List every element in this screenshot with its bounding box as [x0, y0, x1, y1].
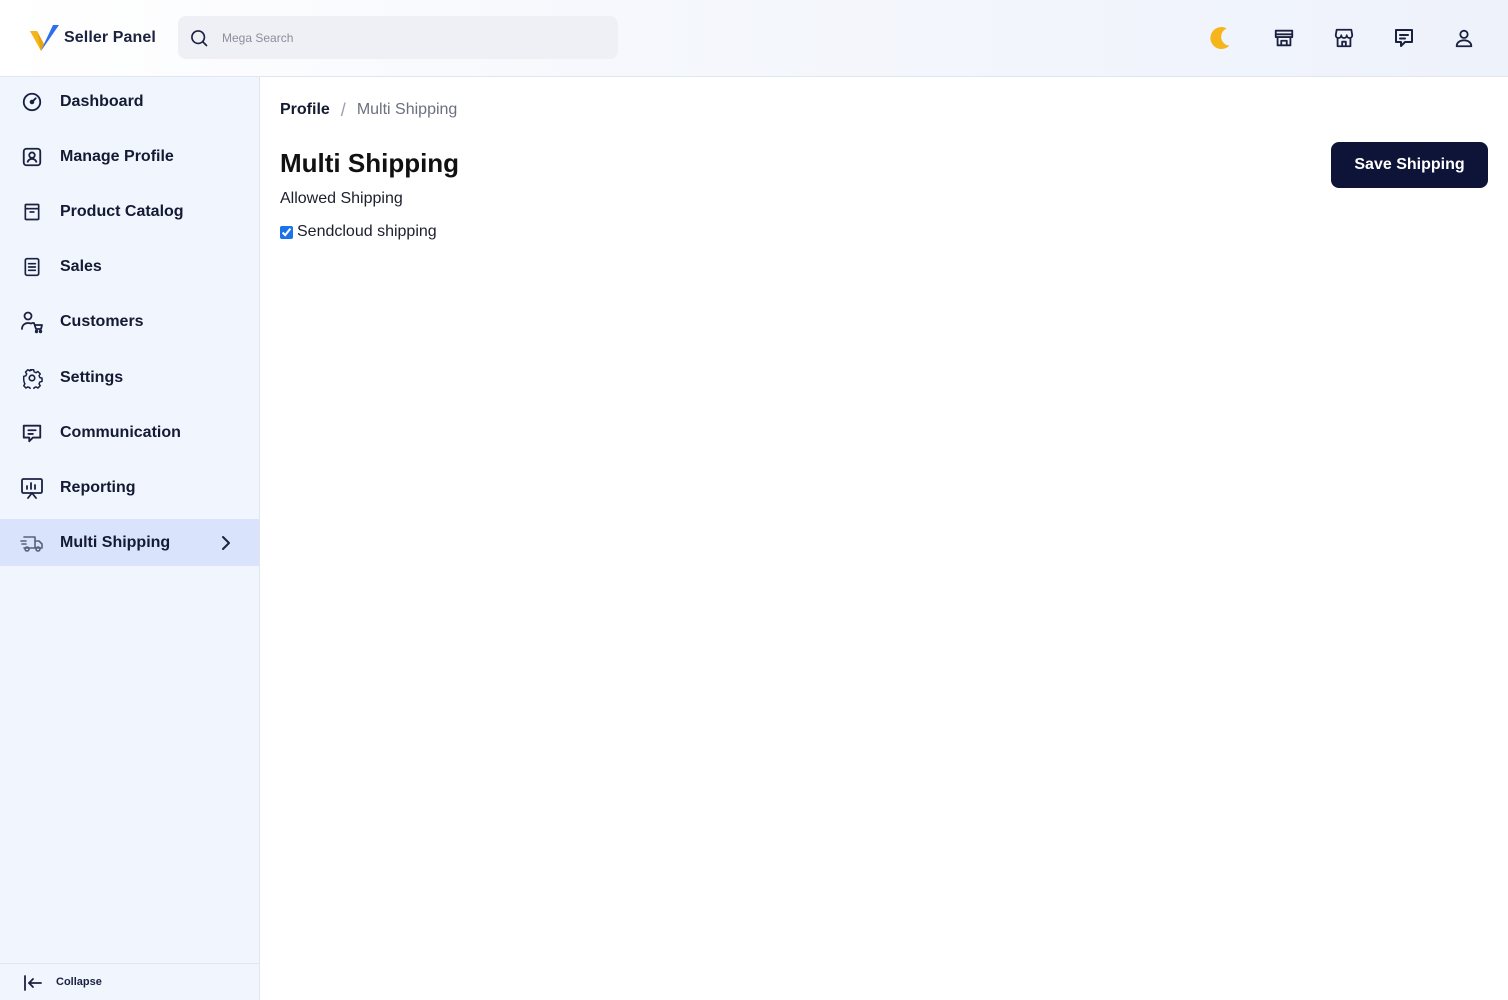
sidebar-item-label: Settings	[60, 368, 124, 386]
user-icon[interactable]	[1448, 22, 1480, 54]
sidebar-item-settings[interactable]: Settings	[0, 354, 259, 401]
brand-logo[interactable]: Seller Panel	[28, 20, 156, 56]
chevron-right-icon	[222, 536, 230, 550]
allowed-shipping-label: Allowed Shipping	[280, 190, 403, 207]
truck-icon	[20, 531, 44, 555]
storefront-icon[interactable]	[1268, 22, 1300, 54]
customers-icon	[20, 310, 44, 334]
shipping-option-row: Sendcloud shipping	[280, 221, 437, 243]
brand-name: Seller Panel	[64, 29, 156, 46]
sidebar-item-label: Reporting	[60, 478, 136, 496]
sidebar-item-label: Multi Shipping	[60, 533, 171, 551]
sendcloud-shipping-label[interactable]: Sendcloud shipping	[297, 223, 437, 241]
sidebar-item-sales[interactable]: Sales	[0, 243, 259, 290]
sidebar-item-label: Product Catalog	[60, 202, 184, 220]
collapse-label: Collapse	[56, 976, 102, 988]
sidebar-item-dashboard[interactable]: Dashboard	[0, 78, 259, 125]
collapse-arrow-icon	[24, 975, 42, 991]
sales-icon	[20, 255, 44, 279]
chat-icon	[20, 421, 44, 445]
mega-search[interactable]	[178, 16, 618, 59]
sidebar-item-product-catalog[interactable]: Product Catalog	[0, 188, 259, 235]
breadcrumb-current: Multi Shipping	[356, 101, 458, 118]
sidebar-item-manage-profile[interactable]: Manage Profile	[0, 133, 259, 180]
collapse-sidebar-button[interactable]: Collapse	[0, 963, 259, 1000]
breadcrumb: Profile / Multi Shipping	[280, 99, 457, 121]
sidebar-item-multi-shipping[interactable]: Multi Shipping	[0, 519, 259, 566]
store-icon[interactable]	[1328, 22, 1360, 54]
sidebar-item-communication[interactable]: Communication	[0, 409, 259, 456]
sidebar-item-label: Sales	[60, 257, 102, 275]
sidebar-item-label: Dashboard	[60, 92, 144, 110]
sidebar-item-label: Manage Profile	[60, 147, 174, 165]
page-title: Multi Shipping	[280, 148, 460, 178]
catalog-icon	[20, 200, 44, 224]
gear-icon	[20, 366, 44, 390]
reporting-icon	[20, 476, 44, 500]
profile-icon	[20, 145, 44, 169]
sidebar-item-label: Customers	[60, 312, 144, 330]
checkmark-logo-icon	[30, 25, 59, 51]
search-input[interactable]	[222, 30, 582, 45]
sendcloud-shipping-checkbox[interactable]	[280, 225, 293, 239]
chat-icon[interactable]	[1388, 22, 1420, 54]
top-header: Seller Panel	[0, 0, 1508, 77]
search-icon	[188, 27, 210, 49]
breadcrumb-separator: /	[340, 99, 346, 120]
sidebar-item-reporting[interactable]: Reporting	[0, 464, 259, 511]
sidebar: Dashboard Manage Profile Product Catalog…	[0, 77, 260, 1000]
save-shipping-button[interactable]: Save Shipping	[1331, 142, 1488, 188]
breadcrumb-profile-link[interactable]: Profile	[280, 101, 330, 119]
sidebar-item-customers[interactable]: Customers	[0, 298, 259, 345]
moon-icon[interactable]	[1204, 22, 1236, 54]
dashboard-icon	[20, 90, 44, 114]
sidebar-item-label: Communication	[60, 423, 181, 441]
